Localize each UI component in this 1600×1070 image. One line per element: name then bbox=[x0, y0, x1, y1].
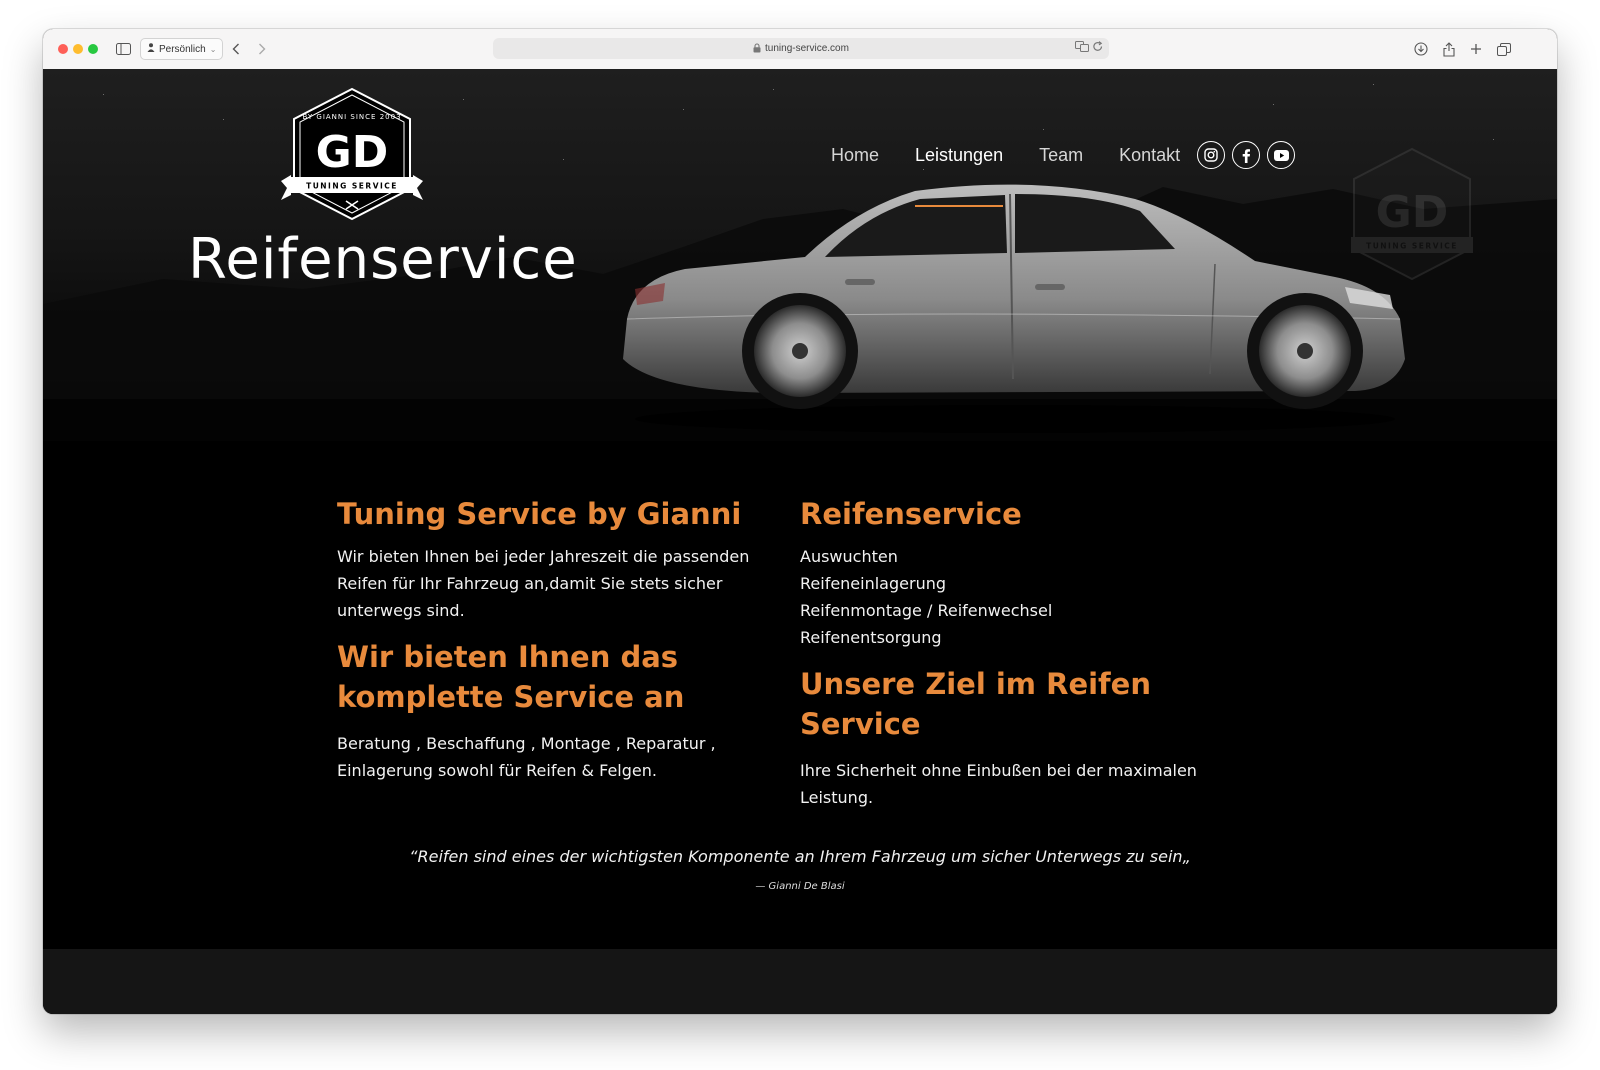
share-icon[interactable] bbox=[1439, 39, 1459, 59]
ziel-text: Ihre Sicherheit ohne Einbußen bei der ma… bbox=[800, 761, 1197, 807]
browser-toolbar: Persönlich ⌄ tuning-service.com bbox=[43, 29, 1557, 70]
address-bar[interactable]: tuning-service.com bbox=[493, 38, 1109, 59]
profile-button[interactable]: Persönlich ⌄ bbox=[140, 38, 224, 60]
quote-text: “Reifen sind eines der wichtigsten Kompo… bbox=[409, 847, 1191, 866]
chevron-down-icon: ⌄ bbox=[209, 44, 217, 54]
close-window-button[interactable] bbox=[58, 44, 68, 54]
url-text: tuning-service.com bbox=[765, 43, 849, 54]
person-icon bbox=[147, 43, 155, 55]
right-column: Reifenservice Auswuchten Reifeneinlageru… bbox=[800, 494, 1220, 811]
profile-label: Persönlich bbox=[159, 43, 206, 55]
heading-tuning-service: Tuning Service by Gianni bbox=[337, 497, 742, 531]
left-column: Tuning Service by Gianni Wir bieten Ihne… bbox=[337, 494, 757, 784]
heading-ziel: Unsere Ziel im Reifen Service bbox=[800, 667, 1151, 741]
tuning-service-logo: BY GIANNI SINCE 2003 GD TUNING SERVICE bbox=[281, 87, 423, 221]
svg-text:GD: GD bbox=[1376, 187, 1449, 238]
lock-icon bbox=[753, 42, 761, 55]
svg-text:TUNING SERVICE: TUNING SERVICE bbox=[306, 182, 398, 191]
tab-overview-icon[interactable] bbox=[1494, 39, 1514, 59]
service-item: Reifenentsorgung bbox=[800, 628, 942, 647]
service-item: Reifeneinlagerung bbox=[800, 574, 946, 593]
zoom-window-button[interactable] bbox=[88, 44, 98, 54]
intro-text: Wir bieten Ihnen bei jeder Jahreszeit di… bbox=[337, 547, 750, 620]
minimize-window-button[interactable] bbox=[73, 44, 83, 54]
heading-complete-service: Wir bieten Ihnen das komplette Service a… bbox=[337, 640, 685, 714]
back-icon[interactable] bbox=[226, 39, 246, 59]
service-item: Reifenmontage / Reifenwechsel bbox=[800, 601, 1053, 620]
svg-text:TUNING SERVICE: TUNING SERVICE bbox=[1366, 242, 1458, 251]
facebook-icon[interactable] bbox=[1232, 141, 1260, 169]
car-image bbox=[623, 184, 1405, 433]
reload-icon[interactable] bbox=[1093, 41, 1103, 55]
nav-leistungen[interactable]: Leistungen bbox=[915, 145, 1004, 207]
hero-title: Reifenservice bbox=[188, 227, 578, 292]
nav-kontakt[interactable]: Kontakt bbox=[1119, 145, 1180, 166]
youtube-icon[interactable] bbox=[1267, 141, 1295, 169]
nav-home[interactable]: Home bbox=[831, 145, 879, 166]
instagram-icon[interactable] bbox=[1197, 141, 1225, 169]
service-item: Auswuchten bbox=[800, 547, 898, 566]
hero-section: BY GIANNI SINCE 2003 GD TUNING SERVICE R… bbox=[43, 69, 1557, 441]
nav-team[interactable]: Team bbox=[1039, 145, 1083, 166]
svg-text:BY GIANNI SINCE 2003: BY GIANNI SINCE 2003 bbox=[302, 113, 401, 121]
complete-service-text: Beratung , Beschaffung , Montage , Repar… bbox=[337, 734, 716, 780]
footer-band bbox=[43, 949, 1557, 1014]
forward-icon[interactable] bbox=[252, 39, 272, 59]
new-tab-icon[interactable] bbox=[1466, 39, 1486, 59]
translate-icon[interactable] bbox=[1075, 41, 1089, 55]
heading-reifenservice: Reifenservice bbox=[800, 497, 1022, 531]
download-icon[interactable] bbox=[1411, 39, 1431, 59]
social-links bbox=[1197, 141, 1295, 169]
svg-text:GD: GD bbox=[316, 127, 389, 178]
sidebar-toggle-icon[interactable] bbox=[113, 39, 133, 59]
services-list: Auswuchten Reifeneinlagerung Reifenmonta… bbox=[800, 543, 1220, 651]
web-page: BY GIANNI SINCE 2003 GD TUNING SERVICE R… bbox=[43, 69, 1557, 1014]
watermark-logo: GD TUNING SERVICE bbox=[1351, 147, 1473, 281]
main-nav: Home Leistungen Team Kontakt bbox=[831, 145, 1180, 207]
quote-author: — Gianni De Blasi bbox=[755, 881, 845, 892]
browser-window: Persönlich ⌄ tuning-service.com BY GIANN… bbox=[43, 29, 1557, 1014]
